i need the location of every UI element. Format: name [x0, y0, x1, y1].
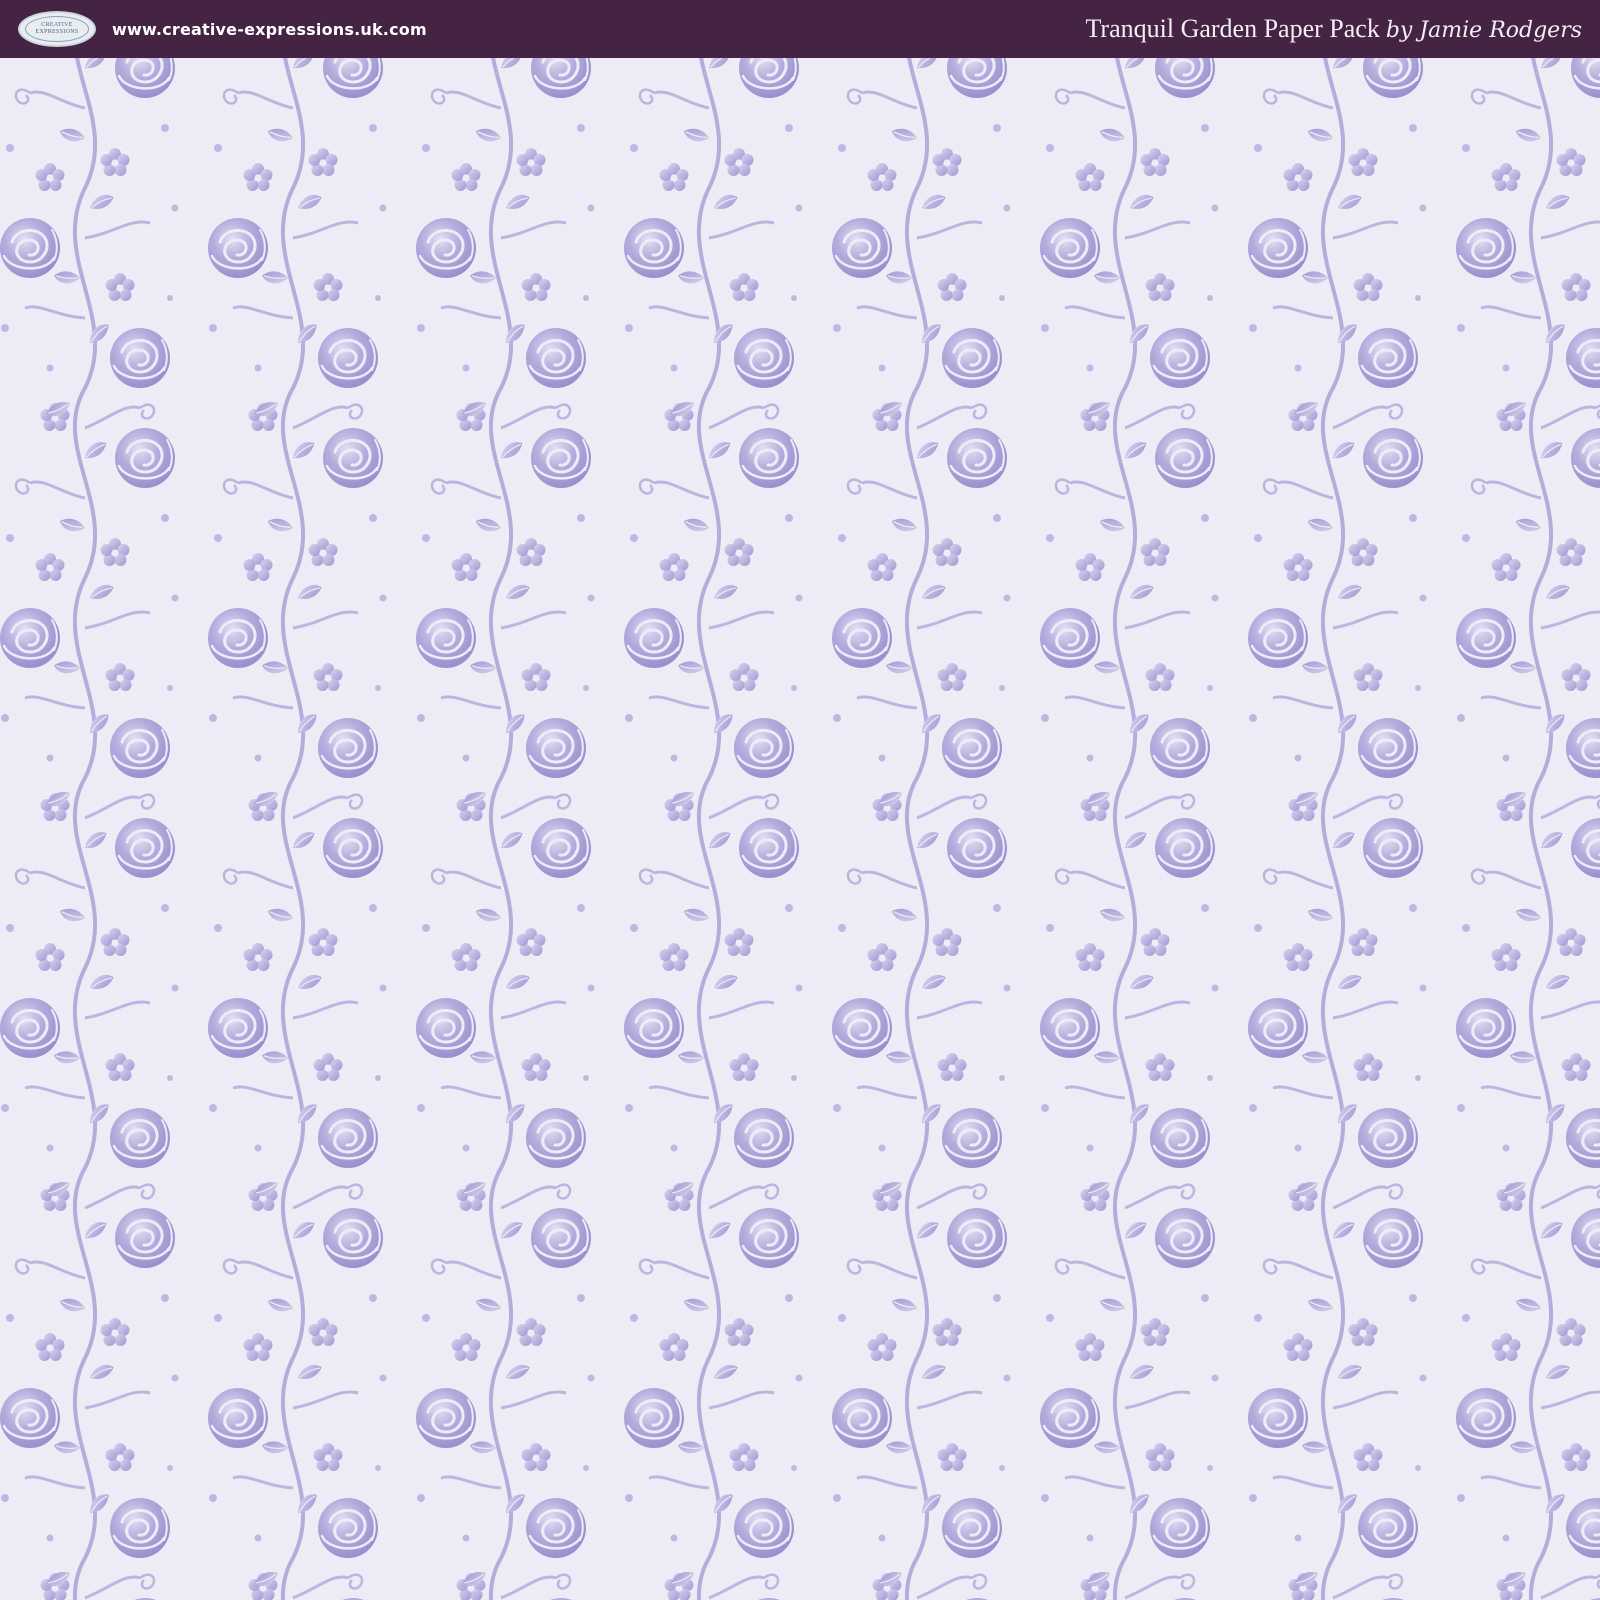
- logo-badge: CREATIVE EXPRESSIONS: [25, 16, 89, 42]
- floral-pattern: [0, 58, 1600, 1600]
- brand-logo: CREATIVE EXPRESSIONS: [18, 11, 96, 47]
- pack-title-group: Tranquil Garden Paper Pack by Jamie Rodg…: [1085, 14, 1582, 44]
- pack-title: Tranquil Garden Paper Pack: [1085, 14, 1380, 43]
- pack-author: by Jamie Rodgers: [1385, 18, 1582, 43]
- logo-text-top: CREATIVE: [41, 22, 73, 28]
- paper-sheet: CREATIVE EXPRESSIONS www.creative-expres…: [0, 0, 1600, 1600]
- website-url: www.creative-expressions.uk.com: [112, 19, 427, 39]
- logo-text-bottom: EXPRESSIONS: [35, 29, 79, 35]
- header-bar: CREATIVE EXPRESSIONS www.creative-expres…: [0, 0, 1600, 58]
